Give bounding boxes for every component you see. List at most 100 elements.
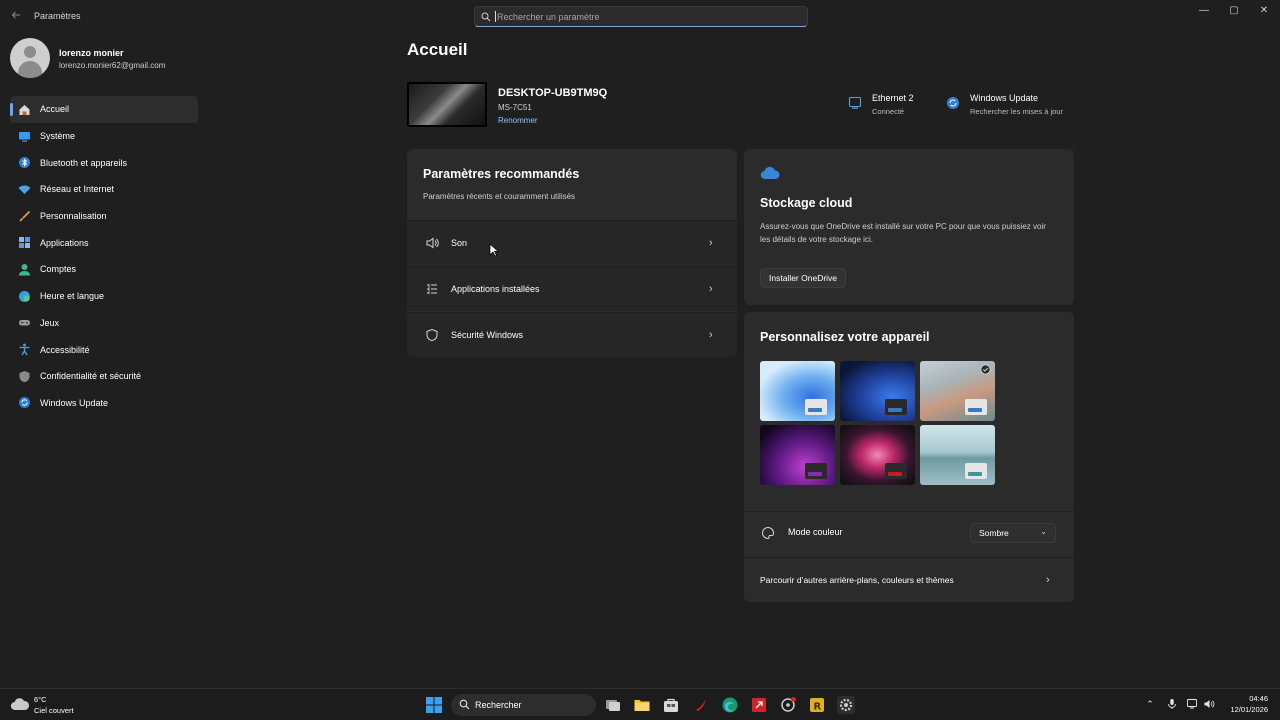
sidebar-item-personnalisation[interactable]: Personnalisation — [10, 203, 198, 230]
personalize-title: Personnalisez votre appareil — [760, 330, 930, 344]
install-onedrive-button[interactable]: Installer OneDrive — [760, 268, 847, 288]
store-icon[interactable] — [662, 696, 680, 714]
settings-gear-icon[interactable] — [837, 696, 855, 714]
theme-thumbnail[interactable] — [760, 425, 835, 485]
speaker-icon — [426, 237, 439, 249]
close-button[interactable]: ✕ — [1250, 4, 1278, 18]
app-wheel-icon[interactable] — [779, 696, 797, 714]
task-view-icon[interactable] — [604, 696, 622, 714]
search-icon — [481, 12, 491, 21]
device-name: DESKTOP-UB9TM9Q — [498, 87, 608, 99]
chevron-up-icon[interactable]: ⌃ — [1144, 698, 1156, 710]
edge-browser-icon[interactable] — [721, 696, 739, 714]
recommended-item-son[interactable]: Son › — [407, 220, 737, 265]
update-icon — [19, 397, 30, 409]
gamepad-icon — [19, 320, 30, 326]
sidebar-item-systeme[interactable]: Système — [10, 123, 198, 150]
theme-thumbnail[interactable] — [920, 361, 995, 421]
app-red-swoosh-icon[interactable] — [692, 696, 710, 714]
theme-thumbnail[interactable] — [840, 425, 915, 485]
windows-start-icon[interactable] — [425, 696, 443, 714]
minimize-button[interactable]: — — [1190, 4, 1218, 18]
sidebar-item-reseau[interactable]: Réseau et Internet — [10, 176, 198, 203]
theme-thumbnail[interactable] — [760, 361, 835, 421]
brush-icon — [19, 210, 31, 222]
sidebar-nav: Accueil Système Bluetooth et appareils R… — [10, 96, 198, 416]
browse-themes-row[interactable]: Parcourir d’autres arrière-plans, couleu… — [744, 557, 1074, 601]
shield-icon — [426, 328, 438, 342]
update-icon — [947, 97, 959, 109]
recommended-item-applications-installees[interactable]: Applications installées › — [407, 266, 737, 311]
ethernet-icon — [848, 96, 862, 109]
personalize-card: Personnalisez votre appareil Mode couleu… — [744, 312, 1074, 602]
taskbar: 6°C Ciel couvert Rechercher R ⌃ 04:46 12… — [0, 688, 1280, 720]
ethernet-status[interactable]: Ethernet 2 Connecté — [848, 92, 938, 120]
device-model: MS-7C51 — [498, 103, 532, 112]
clock-date[interactable]: 12/01/2026 — [1230, 705, 1268, 714]
microphone-icon[interactable] — [1166, 698, 1178, 710]
shield-icon — [19, 370, 30, 383]
bluetooth-icon — [19, 157, 30, 169]
palette-icon — [762, 526, 775, 540]
account-icon — [19, 263, 30, 276]
globe-clock-icon — [19, 290, 30, 302]
cloud-title: Stockage cloud — [760, 196, 853, 210]
volume-icon[interactable] — [1203, 698, 1215, 710]
recommended-subtitle: Paramètres récents et couramment utilisé… — [423, 192, 576, 201]
recommended-settings-card: Paramètres recommandés Paramètres récent… — [407, 149, 737, 357]
windows-update-status[interactable]: Windows Update Rechercher les mises à jo… — [946, 92, 1076, 120]
chevron-down-icon: ⌄ — [1040, 527, 1047, 536]
sidebar-item-windows-update[interactable]: Windows Update — [10, 390, 198, 417]
onedrive-cloud-icon — [760, 166, 780, 180]
file-explorer-icon[interactable] — [633, 696, 651, 714]
app-r-icon[interactable]: R — [808, 696, 826, 714]
chevron-right-icon: › — [1046, 574, 1050, 586]
apps-icon — [19, 237, 30, 249]
sidebar-item-confidentialite[interactable]: Confidentialité et sécurité — [10, 363, 198, 390]
cloud-storage-card: Stockage cloud Assurez-vous que OneDrive… — [744, 149, 1074, 305]
rename-link[interactable]: Renommer — [498, 116, 538, 125]
theme-thumbnail[interactable] — [840, 361, 915, 421]
page-title: Accueil — [407, 40, 468, 59]
weather-description[interactable]: Ciel couvert — [34, 706, 74, 715]
accessibility-icon — [19, 343, 30, 356]
color-mode-dropdown[interactable]: Sombre ⌄ — [970, 523, 1056, 543]
sidebar-item-jeux[interactable]: Jeux — [10, 310, 198, 337]
recommended-item-securite-windows[interactable]: Sécurité Windows › — [407, 312, 737, 357]
check-circle-icon — [980, 364, 991, 375]
profile-email: lorenzo.monier62@gmail.com — [59, 61, 166, 70]
chevron-right-icon: › — [709, 329, 713, 341]
system-icon — [19, 131, 30, 142]
cloud-description: Assurez-vous que OneDrive est installé s… — [760, 222, 1046, 244]
text-caret — [495, 11, 496, 22]
taskbar-search[interactable]: Rechercher — [451, 694, 596, 716]
search-input[interactable] — [497, 7, 807, 26]
sidebar-item-bluetooth[interactable]: Bluetooth et appareils — [10, 149, 198, 176]
cloud-weather-icon[interactable] — [10, 695, 30, 713]
sidebar-item-applications[interactable]: Applications — [10, 229, 198, 256]
sidebar-item-accessibilite[interactable]: Accessibilité — [10, 336, 198, 363]
sidebar-item-comptes[interactable]: Comptes — [10, 256, 198, 283]
app-red-square-icon[interactable] — [750, 696, 768, 714]
network-icon[interactable] — [1186, 698, 1198, 710]
search-icon — [459, 699, 470, 710]
mouse-cursor-icon — [489, 243, 499, 257]
clock-time[interactable]: 04:46 — [1249, 694, 1268, 703]
sidebar-item-accueil[interactable]: Accueil — [10, 96, 198, 123]
chevron-right-icon: › — [709, 283, 713, 295]
sidebar-item-heure-langue[interactable]: Heure et langue — [10, 283, 198, 310]
arrow-left-icon — [11, 11, 20, 19]
recommended-title: Paramètres recommandés — [423, 167, 580, 181]
wifi-icon — [18, 185, 31, 194]
list-icon — [427, 284, 437, 294]
color-mode-row: Mode couleur Sombre ⌄ — [744, 511, 1074, 555]
maximize-button[interactable]: ▢ — [1220, 4, 1248, 18]
settings-window: Paramètres — ▢ ✕ lorenzo monier lorenzo.… — [0, 0, 1280, 688]
app-title: Paramètres — [34, 11, 81, 21]
theme-thumbnail[interactable] — [920, 425, 995, 485]
back-button[interactable] — [8, 8, 24, 24]
weather-temperature[interactable]: 6°C — [34, 695, 47, 704]
user-profile[interactable]: lorenzo monier lorenzo.monier62@gmail.co… — [10, 38, 200, 78]
svg-text:R: R — [814, 702, 822, 713]
settings-search[interactable] — [474, 6, 808, 27]
